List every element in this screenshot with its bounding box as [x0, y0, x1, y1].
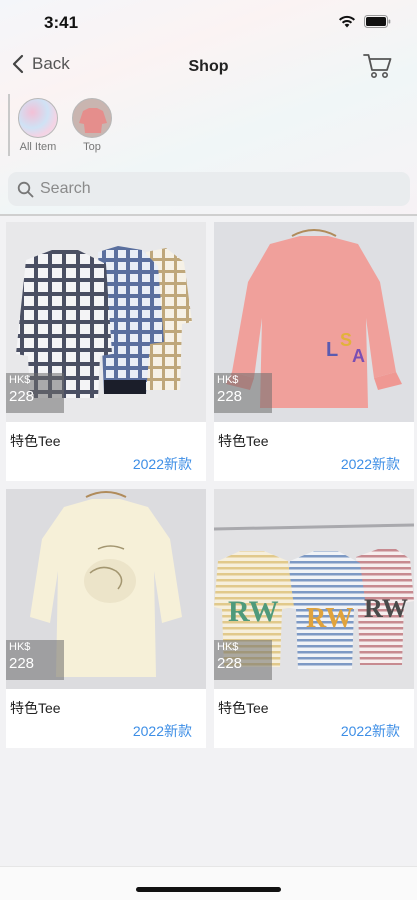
price-currency: HK$	[217, 374, 239, 386]
bottom-bar	[0, 866, 417, 900]
page-title: Shop	[188, 58, 229, 75]
svg-text:RW: RW	[364, 594, 408, 623]
price-tag: HK$ 228	[6, 640, 64, 680]
home-indicator[interactable]	[136, 887, 281, 892]
product-card[interactable]: RW RW RW HK$ 228 特色Tee 2022新款	[214, 489, 414, 748]
header-separator	[0, 214, 417, 216]
cart-button[interactable]	[363, 52, 393, 85]
price-tag: HK$ 228	[214, 640, 272, 680]
category-all-item[interactable]: All Item	[15, 94, 61, 156]
status-bar: 3:41	[0, 0, 417, 46]
search-icon	[17, 181, 34, 197]
price-currency: HK$	[217, 641, 239, 653]
shopping-cart-icon	[363, 54, 392, 78]
price-tag: HK$ 228	[6, 373, 64, 413]
product-name: 特色Tee	[218, 433, 269, 449]
battery-icon	[364, 15, 391, 28]
price-value: 228	[217, 388, 243, 405]
product-card[interactable]: HK$ 228 特色Tee 2022新款	[6, 222, 206, 481]
svg-text:S: S	[340, 330, 352, 350]
product-image: HK$ 228	[6, 489, 206, 689]
category-label: All Item	[19, 141, 57, 153]
search-bar[interactable]	[8, 172, 410, 206]
product-grid: HK$ 228 特色Tee 2022新款 L S A HK$ 228 特色Tee	[6, 222, 414, 748]
status-time: 3:41	[44, 13, 79, 32]
product-tag: 2022新款	[340, 456, 400, 472]
product-image: RW RW RW HK$ 228	[214, 489, 414, 689]
product-name: 特色Tee	[10, 433, 61, 449]
product-tag: 2022新款	[340, 723, 400, 739]
category-top[interactable]: Top	[69, 94, 115, 156]
svg-text:L: L	[326, 339, 338, 361]
product-image: L S A HK$ 228	[214, 222, 414, 422]
price-tag: HK$ 228	[214, 373, 272, 413]
product-card[interactable]: HK$ 228 特色Tee 2022新款	[6, 489, 206, 748]
product-tag: 2022新款	[132, 723, 192, 739]
product-tag: 2022新款	[132, 456, 192, 472]
svg-text:A: A	[352, 346, 365, 366]
product-name: 特色Tee	[218, 700, 269, 716]
category-label: Top	[83, 141, 101, 153]
category-bar: All Item Top	[8, 94, 123, 156]
svg-text:RW: RW	[306, 603, 353, 634]
category-divider	[8, 94, 10, 156]
price-currency: HK$	[9, 641, 31, 653]
navigation-bar: Back Shop	[0, 46, 417, 90]
price-value: 228	[9, 388, 35, 405]
product-card[interactable]: L S A HK$ 228 特色Tee 2022新款	[214, 222, 414, 481]
price-currency: HK$	[9, 374, 31, 386]
product-image: HK$ 228	[6, 222, 206, 422]
status-icons	[338, 15, 391, 28]
svg-text:RW: RW	[228, 595, 279, 628]
price-value: 228	[9, 655, 35, 672]
wifi-icon	[339, 15, 355, 28]
product-name: 特色Tee	[10, 700, 61, 716]
price-value: 228	[217, 655, 243, 672]
category-all-item-thumbnail	[18, 98, 58, 138]
category-top-thumbnail	[72, 98, 112, 138]
search-input[interactable]	[40, 180, 380, 198]
